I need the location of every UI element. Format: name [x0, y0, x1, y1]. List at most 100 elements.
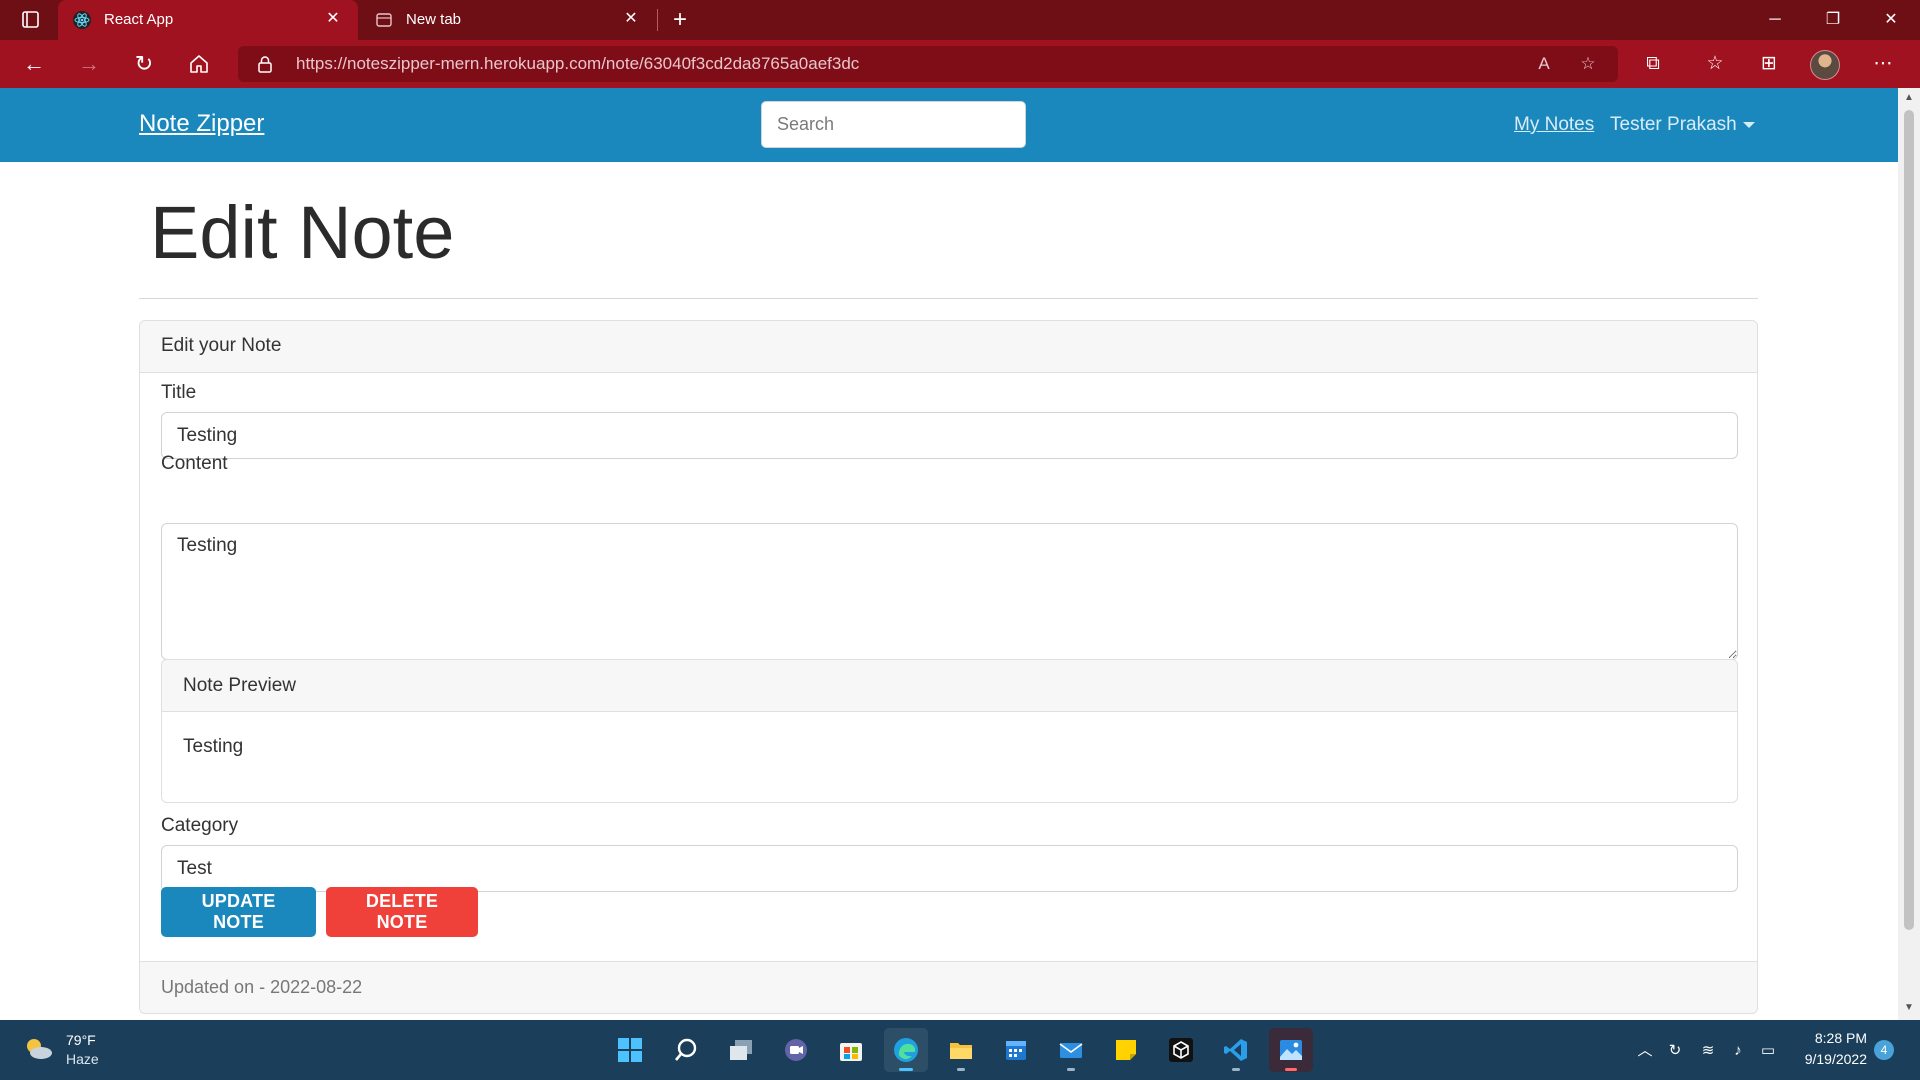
scroll-down-icon[interactable]: ▼	[1903, 1002, 1915, 1014]
volume-icon[interactable]: ♪	[1727, 1040, 1749, 1062]
content-textarea[interactable]: Testing	[161, 523, 1738, 660]
vscode-button[interactable]	[1214, 1028, 1258, 1072]
clock-time[interactable]: 8:28 PM	[1795, 1030, 1867, 1046]
weather-widget[interactable]: 79°F Haze	[22, 1030, 142, 1072]
favorites-icon: ☆	[1706, 53, 1724, 74]
scroll-thumb[interactable]	[1904, 110, 1914, 930]
preview-header-text: Note Preview	[183, 675, 296, 696]
file-explorer-icon	[950, 1043, 972, 1059]
arrow-left-icon: ←	[23, 51, 45, 76]
address-bar[interactable]: https://noteszipper-mern.herokuapp.com/n…	[238, 46, 1618, 82]
tab-actions-button[interactable]	[14, 8, 46, 32]
category-label: Category	[161, 815, 239, 836]
back-button[interactable]: ←	[16, 48, 52, 80]
edge-button[interactable]	[884, 1028, 928, 1072]
battery-icon[interactable]: ▭	[1757, 1040, 1779, 1062]
new-tab-page-icon	[376, 13, 392, 27]
edge-icon	[894, 1038, 918, 1062]
page-viewport: Note Zipper My Notes Tester Prakash Edit…	[0, 88, 1920, 1020]
content-label: Content	[161, 453, 228, 474]
taskbar-search-button[interactable]	[664, 1028, 708, 1072]
box-app-button[interactable]	[1159, 1028, 1203, 1072]
card-header-text: Edit your Note	[161, 335, 282, 356]
extensions-button[interactable]: ⧉	[1636, 48, 1670, 80]
user-name: Tester Prakash	[1610, 114, 1737, 135]
restore-icon: ❐	[1825, 11, 1841, 28]
chevron-up-icon[interactable]: ︿	[1634, 1040, 1656, 1062]
store-button[interactable]	[829, 1028, 873, 1072]
collections-button[interactable]: ⊞	[1752, 48, 1786, 80]
chat-button[interactable]	[774, 1028, 818, 1072]
running-indicator	[1285, 1068, 1297, 1071]
read-aloud-button[interactable]: A	[1530, 52, 1558, 76]
tab-title: New tab	[406, 11, 462, 28]
profile-avatar[interactable]	[1810, 50, 1840, 80]
refresh-icon: ↻	[134, 51, 154, 76]
minimize-button[interactable]: ─	[1752, 4, 1798, 36]
start-icon	[618, 1038, 642, 1062]
forward-button[interactable]: →	[71, 48, 107, 80]
url-text[interactable]: https://noteszipper-mern.herokuapp.com/n…	[296, 54, 859, 74]
start-button[interactable]	[608, 1028, 652, 1072]
page-title: Edit Note	[150, 191, 455, 274]
task-view-button[interactable]	[719, 1028, 763, 1072]
refresh-button[interactable]: ↻	[126, 48, 162, 80]
windows-taskbar: 79°F Haze ︿ ↻ ≋ ♪ ▭ 8:28 PM 9/19/2022 4	[0, 1020, 1920, 1080]
running-indicator	[957, 1068, 965, 1071]
sync-icon[interactable]: ↻	[1664, 1040, 1686, 1062]
brand-link[interactable]: Note Zipper	[139, 110, 264, 138]
title-label: Title	[161, 382, 197, 403]
category-input[interactable]	[161, 845, 1738, 892]
note-preview-card: Note Preview Testing	[161, 659, 1738, 803]
title-input[interactable]	[161, 412, 1738, 459]
browser-toolbar: ← → ↻ https://noteszipper-mern.herokuapp…	[0, 40, 1920, 88]
file-explorer-button[interactable]	[939, 1028, 983, 1072]
chevron-down-icon	[1742, 121, 1755, 128]
home-button[interactable]	[181, 48, 217, 80]
running-indicator	[1067, 1068, 1075, 1071]
close-tab-icon[interactable]: ✕	[620, 8, 642, 30]
sticky-notes-icon	[1116, 1040, 1136, 1060]
delete-note-button[interactable]: Delete Note	[326, 887, 478, 937]
lock-icon	[258, 56, 272, 73]
new-tab-button[interactable]: +	[664, 6, 696, 34]
notification-badge[interactable]: 4	[1874, 1040, 1894, 1060]
home-icon	[190, 55, 208, 73]
my-notes-link[interactable]: My Notes	[1514, 114, 1594, 136]
settings-more-button[interactable]: ⋯	[1866, 48, 1900, 80]
app-navbar: Note Zipper My Notes Tester Prakash	[0, 88, 1898, 162]
search-input[interactable]	[761, 101, 1026, 148]
wifi-icon[interactable]: ≋	[1697, 1040, 1719, 1062]
user-dropdown[interactable]: Tester Prakash	[1610, 114, 1755, 136]
weather-condition: Haze	[66, 1051, 99, 1067]
favorites-button[interactable]: ☆	[1698, 48, 1732, 80]
photos-icon	[1280, 1040, 1302, 1060]
store-icon	[840, 1043, 862, 1061]
running-indicator	[1232, 1068, 1240, 1071]
close-window-button[interactable]: ✕	[1868, 4, 1914, 36]
add-favorite-button[interactable]: ☆	[1574, 52, 1602, 76]
clock-date[interactable]: 9/19/2022	[1795, 1051, 1867, 1067]
calendar-button[interactable]	[994, 1028, 1038, 1072]
tab-react-app[interactable]: React App ✕	[58, 0, 358, 40]
close-icon: ✕	[1884, 11, 1898, 28]
edit-note-card: Edit your Note Title Content Testing Not…	[139, 320, 1758, 1014]
collections-icon: ⊞	[1761, 53, 1777, 74]
chat-icon	[785, 1039, 807, 1061]
plus-icon: +	[672, 6, 687, 33]
close-tab-icon[interactable]: ✕	[322, 8, 344, 30]
preview-body: Testing	[183, 736, 244, 757]
sticky-notes-button[interactable]	[1104, 1028, 1148, 1072]
restore-button[interactable]: ❐	[1810, 4, 1856, 36]
tab-title: React App	[104, 11, 174, 28]
title-divider	[139, 298, 1758, 299]
scroll-up-icon[interactable]: ▲	[1903, 92, 1915, 104]
photos-button[interactable]	[1269, 1028, 1313, 1072]
page-scrollbar[interactable]: ▲ ▼	[1898, 88, 1920, 1020]
running-indicator	[899, 1068, 913, 1071]
tab-divider	[657, 9, 658, 31]
tab-new-tab[interactable]: New tab ✕	[360, 0, 656, 40]
mail-button[interactable]	[1049, 1028, 1093, 1072]
more-icon: ⋯	[1873, 53, 1893, 74]
update-note-button[interactable]: Update Note	[161, 887, 316, 937]
